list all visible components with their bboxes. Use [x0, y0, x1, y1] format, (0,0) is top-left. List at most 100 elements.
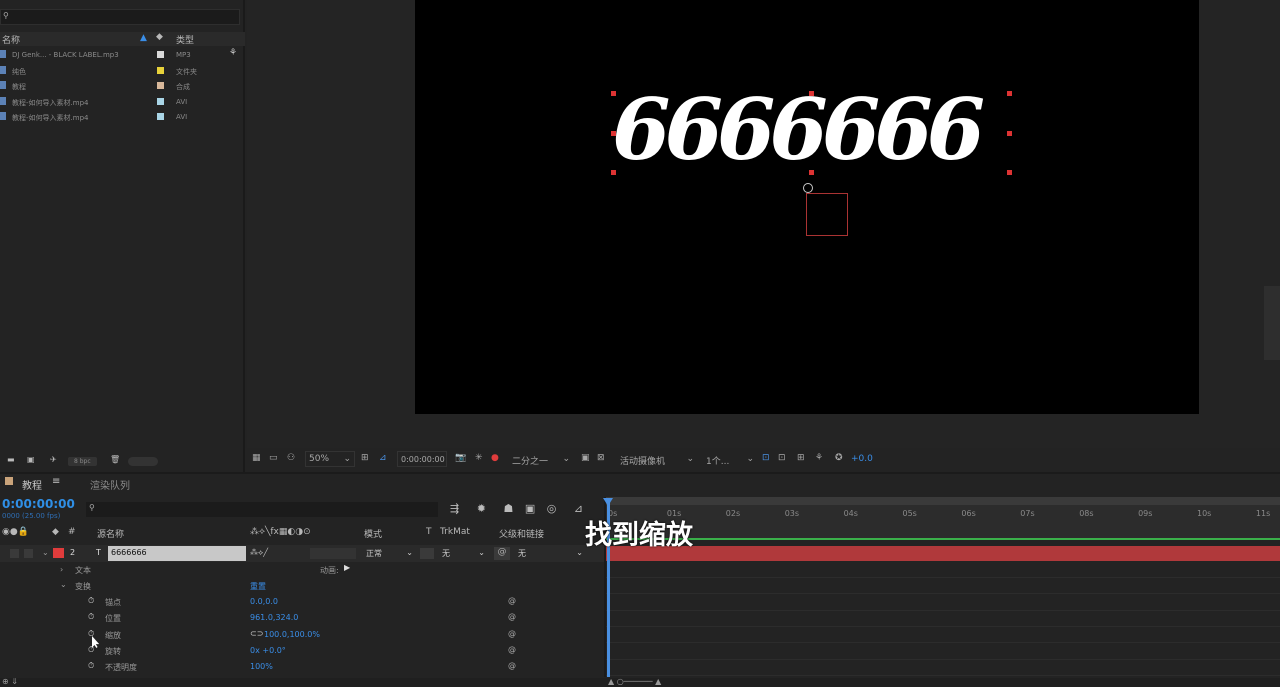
prop-opacity-row[interactable]: ⏱ 不透明度 100% @: [0, 660, 604, 676]
reset-link[interactable]: 重置: [250, 581, 266, 592]
solo-toggle[interactable]: [24, 549, 33, 558]
camera-icon[interactable]: 📷: [455, 453, 466, 463]
tab-composition[interactable]: 教程: [22, 477, 42, 492]
prop-anchor-value[interactable]: 0.0,0.0: [250, 597, 278, 606]
property-track[interactable]: [606, 611, 1280, 627]
bbox-handle[interactable]: [809, 170, 814, 175]
prop-rotation-value[interactable]: 0x +0.0°: [250, 646, 286, 655]
label-swatch[interactable]: [157, 113, 164, 120]
motion-blur-icon[interactable]: ◎: [547, 502, 557, 515]
stopwatch-icon[interactable]: ⏱: [88, 629, 94, 639]
stopwatch-icon[interactable]: ⏱: [88, 645, 94, 655]
stopwatch-icon[interactable]: ⏱: [88, 596, 94, 606]
prop-opacity-value[interactable]: 100%: [250, 662, 273, 671]
column-name[interactable]: 名称: [2, 33, 20, 46]
mode-select[interactable]: 正常 ⌄: [362, 546, 416, 561]
viewer-time[interactable]: 0:00:00:00: [397, 451, 447, 467]
layer-switches[interactable]: ⁂⟡╱: [250, 548, 268, 558]
menu-icon[interactable]: ≡: [52, 476, 60, 487]
trash-icon[interactable]: 🗑: [110, 455, 120, 464]
layer-name-input[interactable]: 6666666: [108, 546, 246, 561]
property-track[interactable]: [606, 660, 1280, 676]
anchor-point-icon[interactable]: [803, 183, 813, 193]
fit-icon[interactable]: ⊞: [361, 453, 369, 463]
status-icons[interactable]: ⊕ ⇓: [2, 677, 18, 686]
bpc-button[interactable]: 8 bpc: [68, 457, 97, 466]
zoom-slider[interactable]: ▲ ○────── ▲: [608, 677, 661, 686]
expression-icon[interactable]: @: [508, 596, 516, 605]
property-track[interactable]: [606, 595, 1280, 611]
flowchart-icon[interactable]: ✈: [50, 455, 57, 464]
animate-play-icon[interactable]: ▶: [344, 563, 350, 572]
color-channel-icon[interactable]: ●: [491, 453, 499, 463]
layer-label-color[interactable]: [53, 548, 64, 558]
parent-select[interactable]: 无 ⌄: [514, 546, 586, 561]
project-item[interactable]: 教程-如何导入素材.mp4 AVI: [0, 95, 230, 110]
timeline-icon[interactable]: ⊞: [797, 453, 805, 463]
visibility-toggle[interactable]: [10, 549, 19, 558]
label-tag-icon[interactable]: ◆: [52, 527, 59, 537]
work-area-bar[interactable]: [606, 497, 1280, 505]
flowchart-icon[interactable]: ⚘: [815, 453, 823, 463]
thumbnail-slider[interactable]: [128, 457, 158, 466]
stopwatch-icon[interactable]: ⏱: [88, 661, 94, 671]
layer-duration-bar[interactable]: [606, 546, 1280, 561]
label-swatch[interactable]: [157, 51, 164, 58]
column-parent[interactable]: 父级和链接: [499, 527, 544, 540]
bbox-handle[interactable]: [1007, 131, 1012, 136]
column-type[interactable]: 类型: [176, 33, 194, 46]
label-swatch[interactable]: [157, 66, 164, 74]
expression-icon[interactable]: @: [508, 661, 516, 670]
prop-text-row[interactable]: › 文本 动画: ▶: [0, 563, 604, 579]
label-tag-icon[interactable]: ◆: [156, 32, 163, 42]
comp-mini-flow-icon[interactable]: ⇶: [450, 502, 459, 515]
chevron-down-icon[interactable]: ⌄: [42, 548, 49, 557]
project-item[interactable]: DJ Genk... - BLACK LABEL.mp3 MP3: [0, 48, 230, 63]
column-t[interactable]: T: [426, 527, 432, 537]
frame-blend-icon[interactable]: ▣: [525, 502, 535, 515]
shy-icon[interactable]: ☗: [503, 502, 513, 515]
project-search-input[interactable]: ⚲: [0, 9, 240, 25]
exposure-value[interactable]: +0.0: [851, 454, 873, 464]
tab-render-queue[interactable]: 渲染队列: [90, 477, 130, 492]
property-track[interactable]: [606, 562, 1280, 578]
mask-view-icon[interactable]: ⚇: [287, 453, 295, 463]
flowchart-icon[interactable]: ⚘: [229, 48, 237, 58]
av-switches-icon[interactable]: ◉●🔒: [2, 527, 29, 537]
layer-search-input[interactable]: ⚲: [86, 502, 438, 517]
exposure-icon[interactable]: ✪: [835, 453, 843, 463]
prop-scale-value[interactable]: 100.0,100.0%: [264, 630, 320, 639]
constrain-link-icon[interactable]: ⊂⊃: [250, 629, 263, 638]
property-track[interactable]: [606, 627, 1280, 644]
preserve-transparency[interactable]: [420, 548, 434, 559]
column-mode[interactable]: 模式: [364, 527, 382, 540]
panel-expander[interactable]: [1264, 286, 1280, 360]
transparency-icon[interactable]: ⊠: [597, 453, 605, 463]
property-track[interactable]: [606, 578, 1280, 595]
sort-arrow-icon[interactable]: ▲: [140, 33, 147, 43]
project-item[interactable]: 教程-如何导入素材.mp4 AVI: [0, 110, 230, 125]
prop-anchor-row[interactable]: ⏱ 锚点 0.0,0.0 @: [0, 595, 604, 611]
stopwatch-icon[interactable]: ⏱: [88, 612, 94, 622]
prop-position-row[interactable]: ⏱ 位置 961.0,324.0 @: [0, 611, 604, 627]
new-folder-icon[interactable]: ▬: [7, 455, 15, 464]
trkmat-select[interactable]: 无 ⌄: [438, 546, 488, 561]
graph-editor-icon[interactable]: ⊿: [574, 502, 583, 515]
bbox-handle[interactable]: [1007, 170, 1012, 175]
monitor-icon[interactable]: ▭: [269, 453, 278, 463]
prop-transform-row[interactable]: ⌄ 变换 重置: [0, 579, 604, 595]
views-select[interactable]: 1个... ⌄: [703, 451, 757, 467]
prop-scale-row[interactable]: ⏱ 缩放 ⊂⊃ 100.0,100.0% @: [0, 628, 604, 644]
zoom-select[interactable]: 50% ⌄: [305, 451, 355, 467]
current-timecode[interactable]: 0:00:00:00: [2, 497, 75, 511]
chevron-down-icon[interactable]: ⌄: [60, 580, 67, 589]
project-item[interactable]: 教程 合成: [0, 79, 230, 94]
expression-icon[interactable]: @: [508, 629, 516, 638]
fast-preview-icon[interactable]: ⊡: [778, 453, 786, 463]
time-ruler[interactable]: 0s 01s 02s 03s 04s 05s 06s 07s 08s 09s 10s 11s: [606, 505, 1280, 521]
channel-icon[interactable]: ✳: [475, 453, 483, 463]
layer-extra-switches[interactable]: [310, 548, 356, 559]
pickwhip-icon[interactable]: @: [494, 547, 510, 560]
new-comp-icon[interactable]: ▣: [27, 455, 35, 464]
text-bounding-box[interactable]: [611, 91, 1012, 175]
